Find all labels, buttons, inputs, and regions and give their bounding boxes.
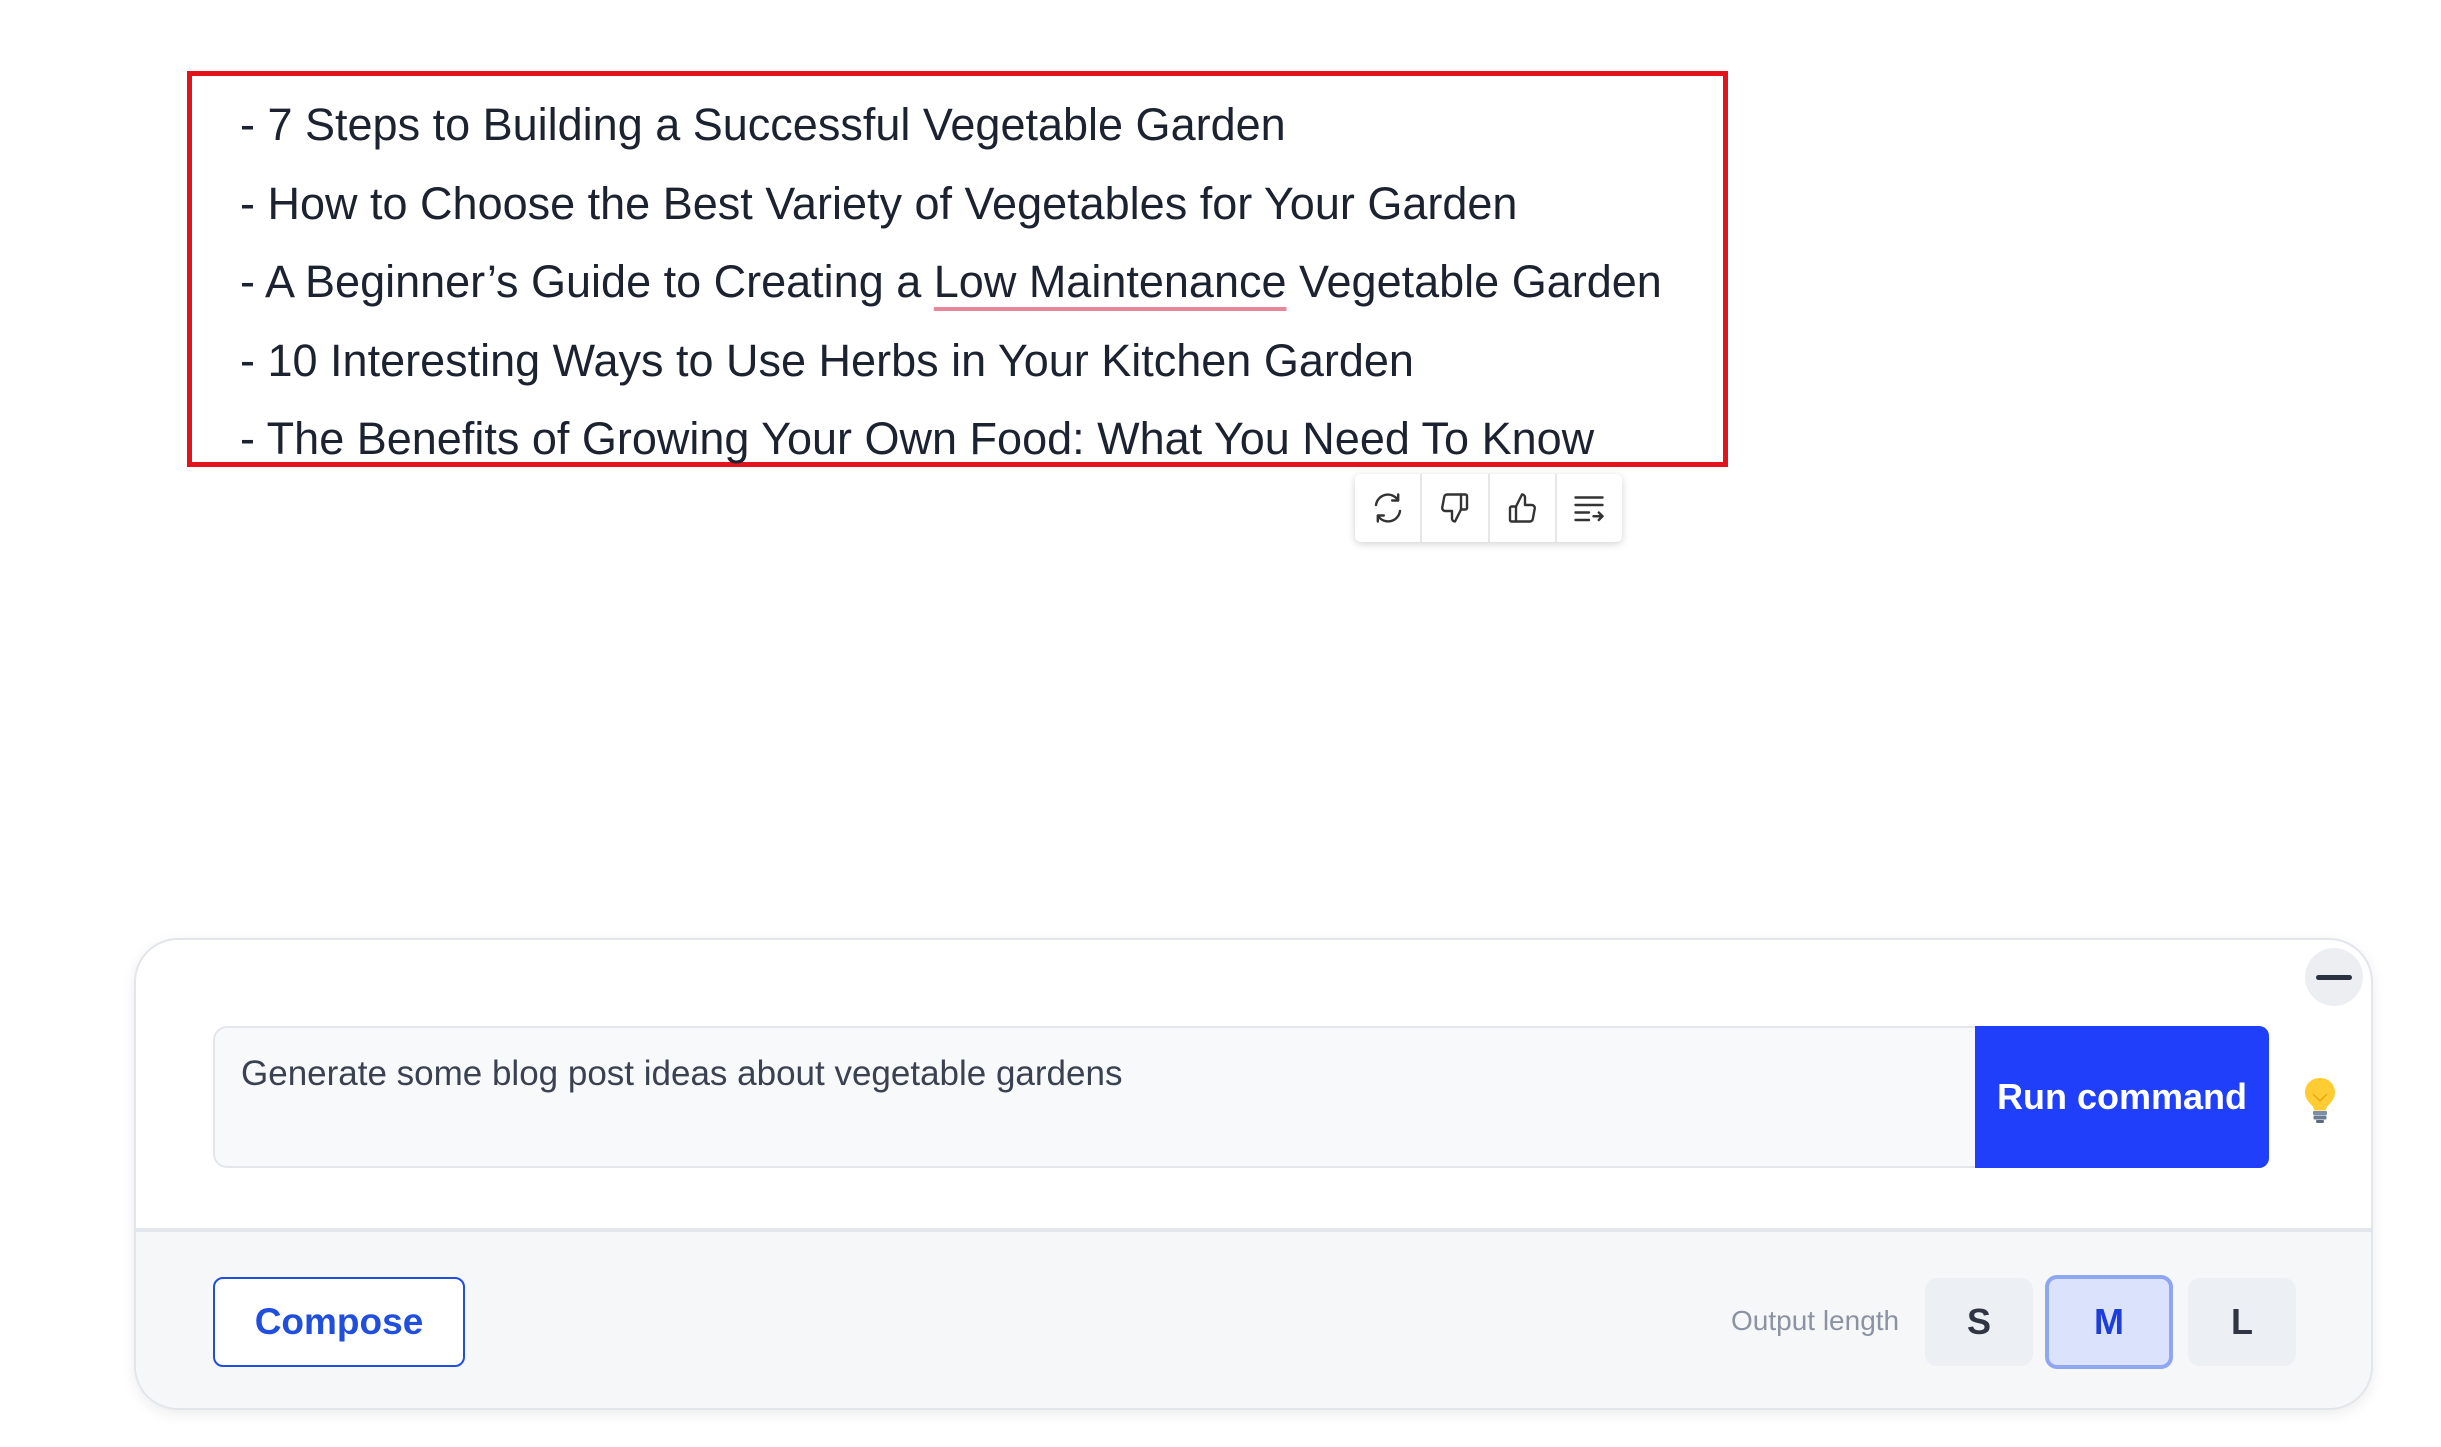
thumbs-up-icon bbox=[1508, 493, 1537, 523]
list-item-text: - How to Choose the Best Variety of Vege… bbox=[240, 177, 1518, 229]
list-item[interactable]: - 7 Steps to Building a Successful Veget… bbox=[240, 86, 1662, 165]
regenerate-button[interactable] bbox=[1355, 474, 1423, 542]
output-length-label: Output length bbox=[1731, 1305, 1900, 1336]
thumbs-down-button[interactable] bbox=[1422, 474, 1490, 542]
list-item-text: - The Benefits of Growing Your Own Food:… bbox=[240, 413, 1595, 464]
run-command-button[interactable]: Run command bbox=[1975, 1026, 2269, 1168]
thumbs-up-button[interactable] bbox=[1490, 474, 1557, 542]
compose-button[interactable]: Compose bbox=[213, 1277, 465, 1367]
list-item-text: - 10 Interesting Ways to Use Herbs in Yo… bbox=[240, 334, 1414, 386]
spellcheck-underlined-text[interactable]: Low Maintenance bbox=[934, 256, 1287, 307]
insert-text-icon bbox=[1574, 496, 1605, 522]
list-item[interactable]: - How to Choose the Best Variety of Vege… bbox=[240, 165, 1662, 244]
regenerate-icon bbox=[1374, 493, 1401, 523]
length-option-s[interactable]: S bbox=[1925, 1278, 2033, 1366]
panel-footer bbox=[136, 1228, 2371, 1408]
thumbs-down-icon bbox=[1440, 493, 1469, 523]
list-item-text: Vegetable Garden bbox=[1286, 256, 1662, 307]
length-option-m[interactable]: M bbox=[2045, 1275, 2173, 1369]
list-item[interactable]: - The Benefits of Growing Your Own Food:… bbox=[240, 400, 1662, 479]
list-item[interactable]: - A Beginner’s Guide to Creating a Low M… bbox=[240, 243, 1662, 322]
collapse-button[interactable] bbox=[2305, 948, 2363, 1006]
insert-text-button[interactable] bbox=[1557, 474, 1622, 542]
output-list: - 7 Steps to Building a Successful Veget… bbox=[240, 86, 1662, 479]
lightbulb-icon[interactable] bbox=[2300, 1075, 2340, 1125]
list-item-text: - A Beginner’s Guide to Creating a bbox=[240, 256, 934, 307]
feedback-toolbar bbox=[1355, 474, 1622, 542]
length-option-l[interactable]: L bbox=[2188, 1278, 2296, 1366]
minus-icon bbox=[2316, 974, 2352, 980]
list-item-text: - 7 Steps to Building a Successful Veget… bbox=[240, 99, 1286, 150]
page: - 7 Steps to Building a Successful Veget… bbox=[0, 0, 2441, 1447]
prompt-input[interactable]: Generate some blog post ideas about vege… bbox=[213, 1026, 1977, 1168]
list-item[interactable]: - 10 Interesting Ways to Use Herbs in Yo… bbox=[240, 322, 1662, 401]
